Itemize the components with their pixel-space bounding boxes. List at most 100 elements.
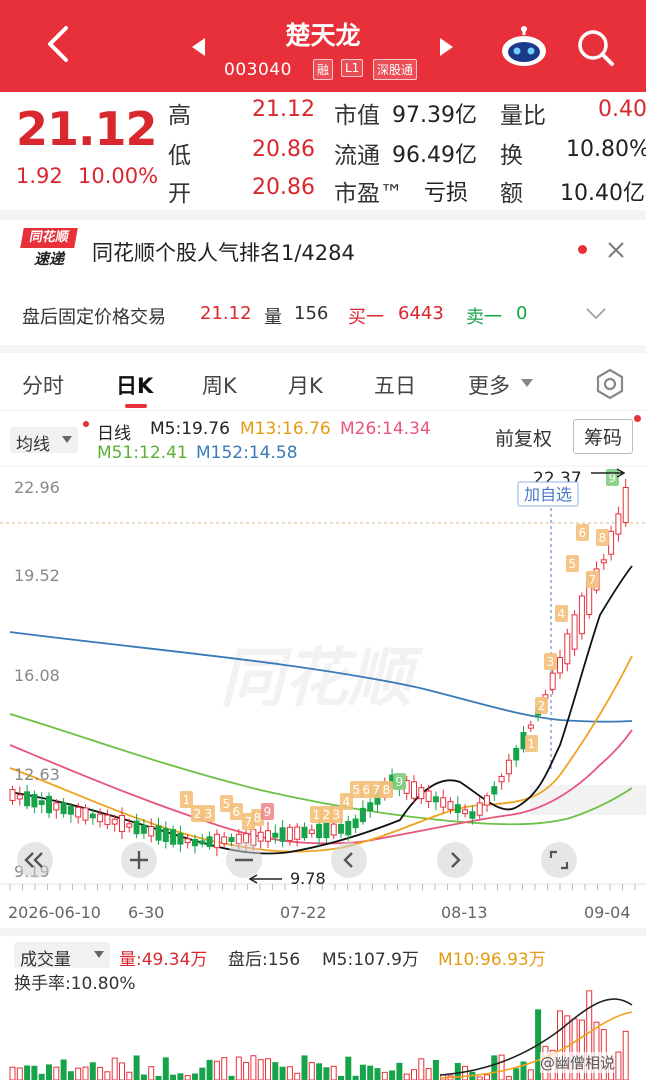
sequence-badge-label: 2 xyxy=(194,807,202,821)
after-hours-row[interactable]: 盘后固定价格交易 21.12 量 156 买一 6443 卖一 0 xyxy=(0,290,646,340)
volume-bar xyxy=(75,1067,82,1080)
margin-tag: 融 xyxy=(313,59,334,80)
candle xyxy=(133,820,140,835)
candle xyxy=(279,827,286,842)
volume-bar xyxy=(155,1075,162,1080)
after-hours-vol: 156 xyxy=(294,303,329,324)
amount-value: 10.40亿 xyxy=(560,181,645,206)
stock-code: 003040 xyxy=(224,60,292,80)
candle xyxy=(104,814,111,825)
active-tab-indicator xyxy=(125,404,147,408)
volume-bar xyxy=(484,1074,490,1080)
search-icon[interactable] xyxy=(576,28,616,68)
robot-assistant-icon[interactable] xyxy=(500,26,548,68)
m152-value: M152:14.58 xyxy=(196,443,298,463)
low-marker: 9.78 xyxy=(290,869,326,888)
add-watch-label: 加自选 xyxy=(524,485,572,504)
zoom-minus-button[interactable] xyxy=(226,842,262,878)
volume-bar xyxy=(184,1075,191,1080)
candle xyxy=(184,838,191,844)
volume-bar xyxy=(345,1056,352,1080)
chips-button[interactable]: 筹码 xyxy=(573,419,634,454)
after-hours-vol-label: 量 xyxy=(264,307,282,328)
candle xyxy=(345,820,352,836)
candle xyxy=(272,832,279,838)
pe-label: 市盈™ xyxy=(334,181,403,207)
chevron-down-icon[interactable] xyxy=(584,306,608,322)
tab-weekly-k[interactable]: 周K xyxy=(202,370,237,400)
candle xyxy=(53,802,60,811)
volume-bar xyxy=(615,1051,622,1080)
tab-monthly-k[interactable]: 月K xyxy=(288,370,323,400)
volume-bar xyxy=(294,1072,301,1080)
tab-intraday[interactable]: 分时 xyxy=(22,370,64,400)
volume-bar xyxy=(396,1062,403,1080)
candle xyxy=(177,833,184,845)
sequence-badge-label: 2 xyxy=(323,808,331,822)
tab-five-day[interactable]: 五日 xyxy=(374,370,416,400)
volume-bar xyxy=(60,1059,67,1080)
tab-daily-k[interactable]: 日K xyxy=(116,370,153,400)
x-tick-5: 09-04 xyxy=(584,903,631,922)
volume-bar xyxy=(338,1075,344,1080)
candle xyxy=(67,805,74,815)
scroll-right-button[interactable] xyxy=(437,842,473,878)
sequence-badge-label: 3 xyxy=(547,655,555,669)
kline-chart[interactable]: 同花顺 12 3567 8 9 1 2 345 6 7 89123456789 22.37 加自选… xyxy=(0,465,646,900)
adjust-mode[interactable]: 前复权 xyxy=(495,424,552,451)
ma-select[interactable]: 均线 xyxy=(10,427,78,455)
scroll-left-button[interactable] xyxy=(331,842,367,878)
candle xyxy=(111,818,118,825)
sell1-value: 0 xyxy=(516,303,528,324)
candle xyxy=(564,633,571,665)
high-value: 21.12 xyxy=(252,97,315,122)
volume-bar xyxy=(462,1065,469,1080)
popularity-banner[interactable]: 同花顺 速递 同花顺个股人气排名1/4284 xyxy=(0,220,646,280)
volume-bar xyxy=(221,1057,228,1080)
volume-bar xyxy=(9,1066,16,1080)
volume-bar xyxy=(527,1069,534,1080)
low-value: 20.86 xyxy=(252,137,315,162)
volume-bar xyxy=(432,1059,439,1080)
volume-bar xyxy=(192,1073,198,1080)
zoom-out-button[interactable] xyxy=(17,842,53,878)
after-hours-price: 21.12 xyxy=(200,303,252,324)
period-label: 日线 xyxy=(97,424,131,444)
volume-bar xyxy=(133,1055,140,1080)
volume-bar xyxy=(126,1071,133,1080)
after-hours-label: 盘后固定价格交易 xyxy=(22,307,166,328)
m13-value: M13:16.76 xyxy=(240,419,331,439)
fullscreen-button[interactable] xyxy=(541,842,577,878)
volume-bar xyxy=(418,1058,425,1080)
sequence-badge-label: 5 xyxy=(569,557,577,571)
volume-bar xyxy=(374,1068,381,1080)
volume-bar xyxy=(199,1067,206,1080)
next-stock-icon[interactable] xyxy=(440,38,453,56)
candle xyxy=(432,796,439,803)
zoom-in-button[interactable] xyxy=(121,842,157,878)
volratio-label: 量比 xyxy=(500,103,546,129)
volume-bar xyxy=(46,1064,52,1080)
volume-bar xyxy=(97,1066,104,1080)
volume-bar xyxy=(16,1067,23,1080)
unread-dot xyxy=(578,245,587,254)
tab-more[interactable]: 更多 xyxy=(468,370,510,400)
volume-bar xyxy=(286,1066,293,1080)
y-tick-1: 22.96 xyxy=(14,478,60,497)
period-dot xyxy=(83,421,89,427)
candle xyxy=(608,530,615,555)
volume-bar xyxy=(505,1076,512,1080)
caret-down-icon[interactable] xyxy=(520,377,534,389)
mktcap-label: 市值 xyxy=(334,103,380,129)
sequence-badge-label: 8 xyxy=(383,783,391,797)
x-tick-1: 2026-06-10 xyxy=(8,903,101,922)
m26-value: M26:14.34 xyxy=(340,419,431,439)
volume-bar xyxy=(389,1070,396,1080)
sequence-badge-label: 6 xyxy=(579,526,587,540)
sequence-badge-label: 2 xyxy=(538,699,546,713)
candle xyxy=(440,797,447,808)
sequence-badge-label: 6 xyxy=(363,783,371,797)
header-bar: 楚天龙 003040 融 L1 深股通 xyxy=(0,0,646,92)
chart-settings-icon[interactable] xyxy=(594,368,626,400)
close-icon[interactable] xyxy=(606,240,626,260)
